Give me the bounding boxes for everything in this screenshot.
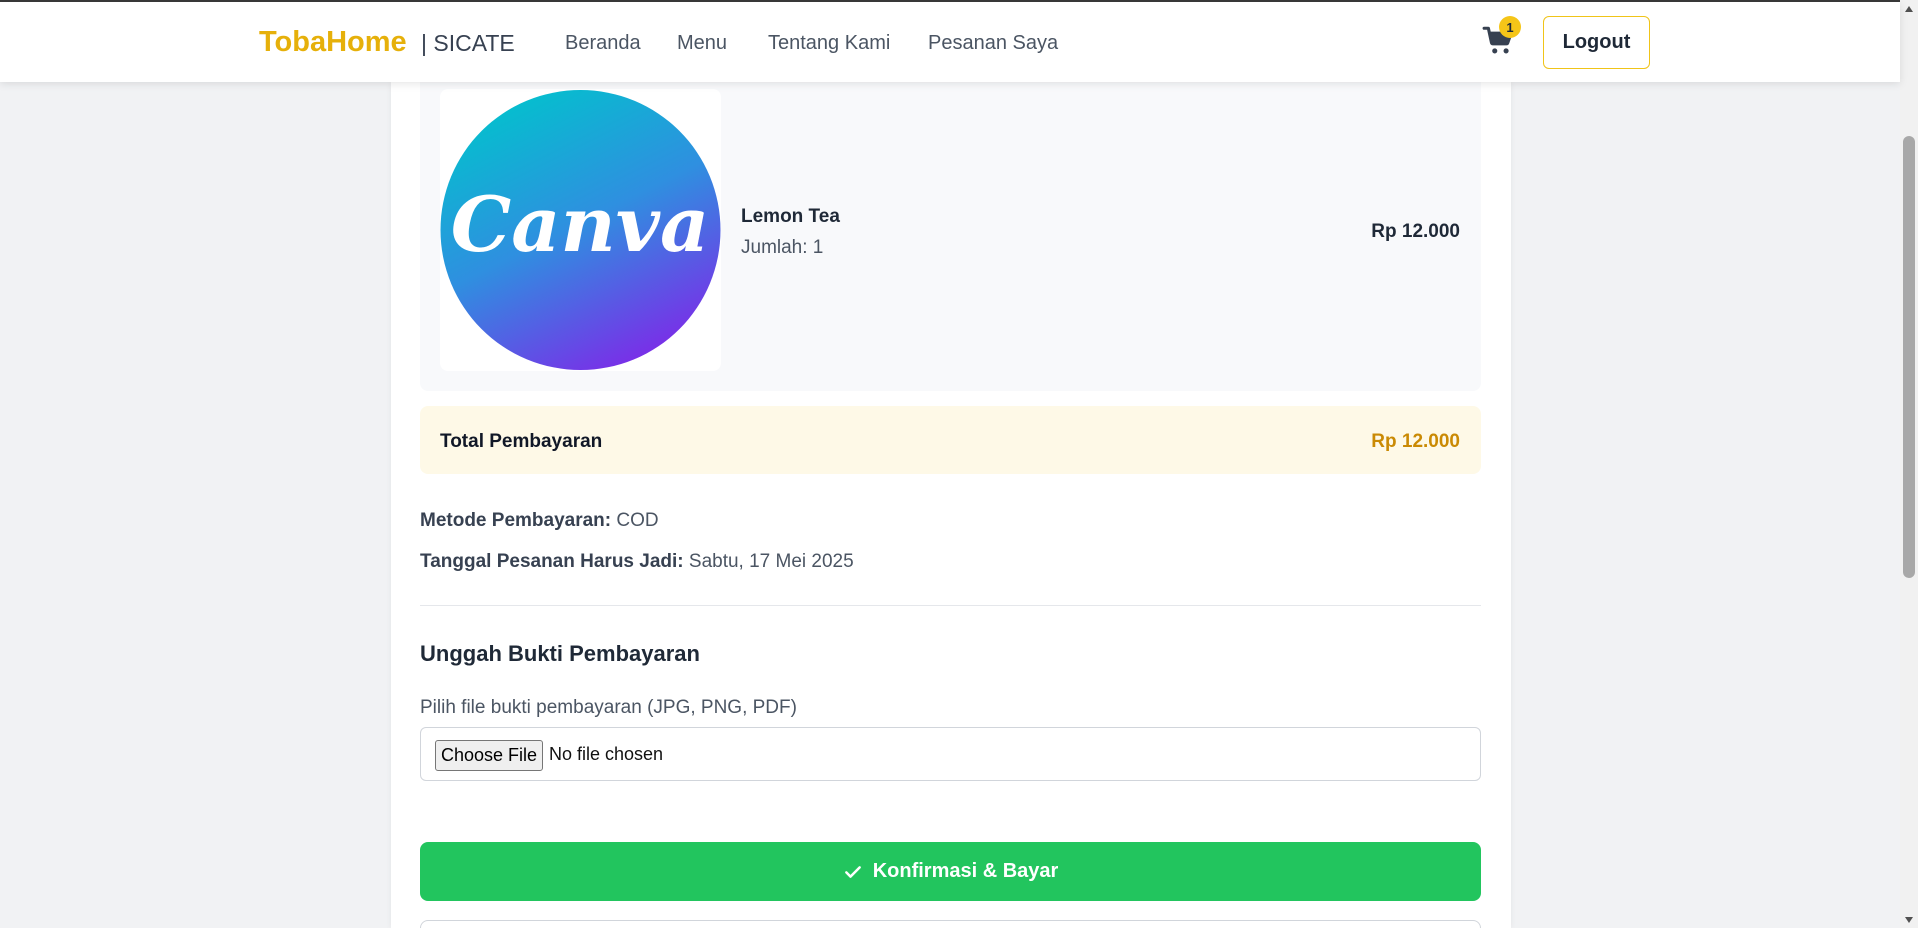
payment-method-line: Metode Pembayaran: COD [420,510,659,532]
nav-link-pesanan-saya[interactable]: Pesanan Saya [928,32,1058,55]
page-scrollbar[interactable] [1900,0,1918,928]
scroll-up-arrow-icon[interactable] [1900,0,1918,17]
brand-logo[interactable]: TobaHome [259,26,407,59]
logout-button[interactable]: Logout [1543,16,1650,69]
payment-method-label: Metode Pembayaran: [420,510,612,531]
due-date-value: Sabtu, 17 Mei 2025 [683,551,854,572]
nav-link-tentang-kami[interactable]: Tentang Kami [768,32,890,55]
due-date-line: Tanggal Pesanan Harus Jadi: Sabtu, 17 Me… [420,551,854,573]
section-divider [420,605,1481,606]
item-image-logo-text: Canva [451,180,709,269]
nav-link-beranda[interactable]: Beranda [565,32,641,55]
brand-suffix: | SICATE [421,30,515,56]
payment-method-value: COD [611,510,659,531]
item-image: Canva [440,89,721,371]
no-file-chosen-text: No file chosen [549,744,664,764]
check-icon [844,865,861,878]
item-price: Rp 12.000 [1371,221,1460,242]
file-input-label: Pilih file bukti pembayaran (JPG, PNG, P… [420,697,797,718]
nav-link-menu[interactable]: Menu [677,32,727,55]
confirm-pay-button[interactable]: Konfirmasi & Bayar [420,842,1481,901]
total-payment-label: Total Pembayaran [440,431,603,452]
total-payment-value: Rp 12.000 [1371,431,1460,452]
scrollbar-thumb[interactable] [1903,136,1915,578]
item-quantity: Jumlah: 1 [741,237,824,258]
upload-section-title: Unggah Bukti Pembayaran [420,641,700,666]
choose-file-button[interactable]: Choose File [435,740,543,771]
cart-count-badge: 1 [1499,16,1521,38]
item-name: Lemon Tea [741,206,840,227]
navbar: TobaHome | SICATE Beranda Menu Tentang K… [0,2,1900,82]
secondary-button-partial[interactable] [420,920,1481,928]
confirm-pay-label: Konfirmasi & Bayar [872,860,1059,882]
scroll-down-arrow-icon[interactable] [1900,911,1918,928]
due-date-label: Tanggal Pesanan Harus Jadi: [420,551,684,572]
